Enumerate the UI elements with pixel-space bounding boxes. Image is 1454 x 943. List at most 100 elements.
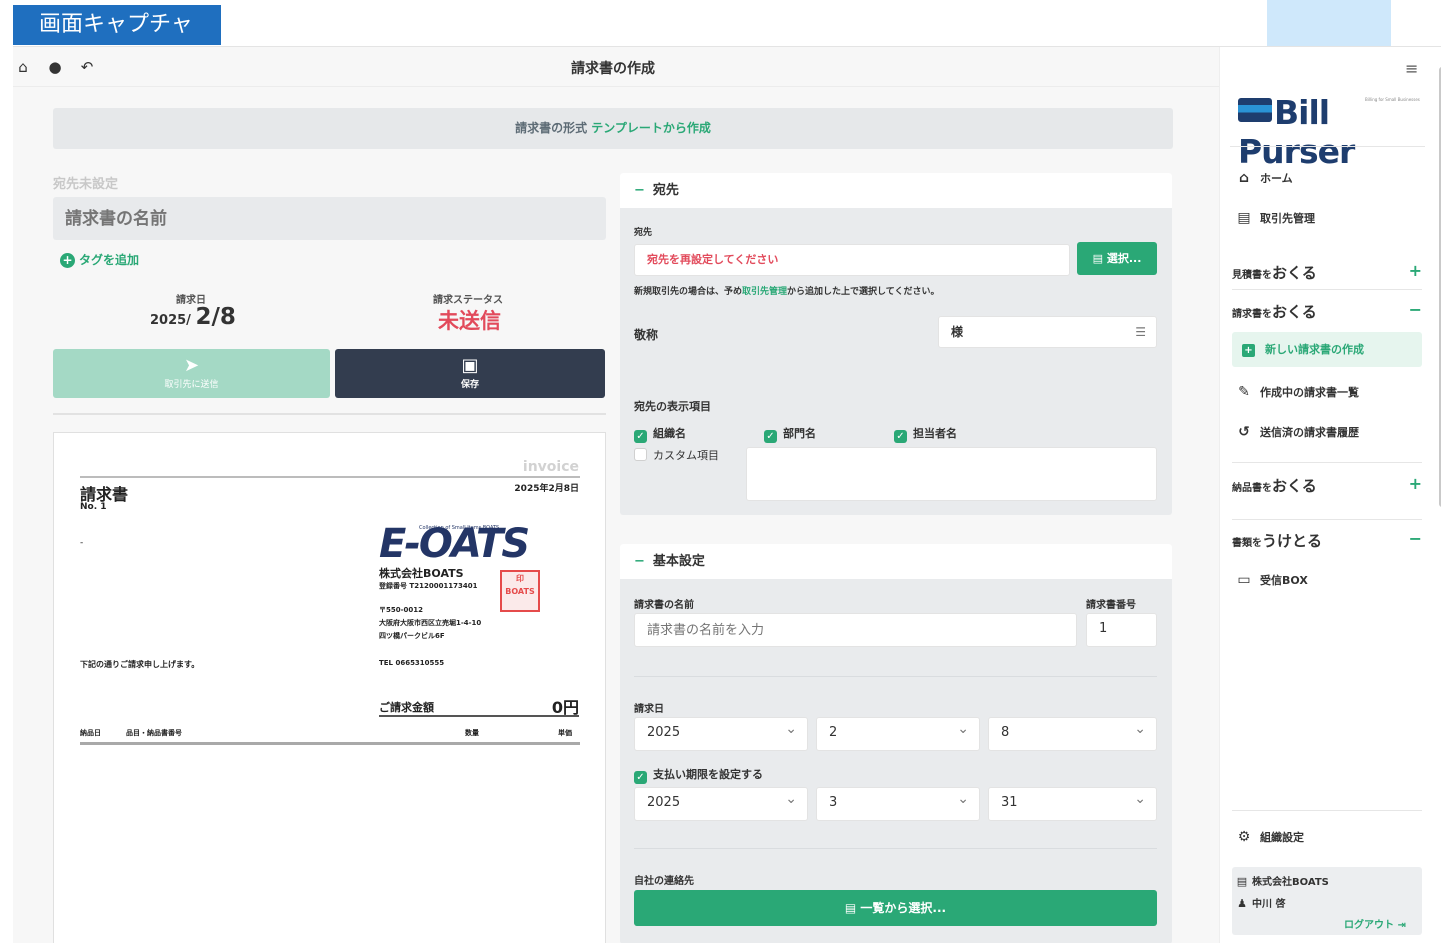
select-contact-button[interactable]: ▤ 一覧から選択... (634, 890, 1157, 926)
floppy-disk-icon: ▣ (461, 355, 479, 376)
select-recipient-button[interactable]: ▤ 選択... (1077, 242, 1157, 275)
sidebar-item-new-invoice[interactable]: + 新しい請求書の作成 (1232, 332, 1422, 367)
hamburger-menu-icon[interactable]: ≡ (1405, 59, 1418, 78)
section-prefix: 納品書を (1232, 483, 1272, 494)
recipient-card-title: 宛先 (652, 183, 679, 198)
section-receive[interactable]: 書類をうけとる − (1232, 529, 1422, 551)
add-tag-label: タグを追加 (79, 253, 140, 267)
screen-capture-label: 画面キャプチャ (13, 5, 221, 45)
divider (1232, 289, 1422, 290)
section-invoice[interactable]: 請求書をおくる − (1232, 300, 1422, 322)
honorific-value: 様 (951, 325, 964, 339)
basic-settings-card: −基本設定 請求書の名前 請求書番号 1 請求日 2025 2 8 ✓ 支払い期限… (620, 544, 1172, 943)
custom-item-textarea[interactable] (746, 447, 1157, 501)
basic-card-title: 基本設定 (652, 554, 705, 569)
amount-rule (379, 715, 579, 717)
inbox-icon: ▭ (1237, 572, 1251, 588)
list-icon: ☰ (1135, 325, 1146, 339)
sidebar-item-label: 新しい請求書の作成 (1265, 343, 1364, 356)
collapse-icon: − (1408, 300, 1422, 319)
check-org[interactable]: ✓ 組織名 (634, 425, 686, 443)
company-stamp: 印 BOATS (500, 570, 540, 612)
home-icon[interactable]: ⌂ (13, 57, 33, 77)
hint-post: から追加した上で選択してください。 (787, 287, 940, 297)
due-day-select[interactable]: 31 (988, 784, 1157, 821)
status-label: 請求ステータス (433, 295, 503, 306)
logout-label: ログアウト (1344, 920, 1394, 931)
org-label: 株式会社BOATS (1252, 877, 1329, 888)
send-to-client-button[interactable]: ➤ 取引先に送信 (53, 349, 330, 398)
divider (634, 848, 1157, 849)
main-area: ⌂ ● ↶ 請求書の作成 請求書の形式 テンプレートから作成 宛先未設定 + タグ… (13, 47, 1219, 943)
preview-amount-label: ご請求金額 (379, 701, 434, 714)
sidebar-item-sent-history[interactable]: ↺ 送信済の請求書履歴 (1236, 424, 1422, 440)
client-management-link[interactable]: 取引先管理 (742, 287, 787, 297)
col-date: 納品日 (80, 729, 101, 737)
top-bar: ⌂ ● ↶ 請求書の作成 (13, 47, 1219, 87)
section-delivery[interactable]: 納品書をおくる + (1232, 474, 1422, 496)
plus-icon: + (60, 253, 75, 268)
divider (1232, 462, 1422, 463)
sidebar-item-home[interactable]: ⌂ ホーム (1236, 170, 1422, 186)
scrollbar-thumb[interactable] (1439, 67, 1441, 507)
logout-link[interactable]: ログアウト ⇥ (1344, 916, 1424, 931)
id-card-icon: ▤ (844, 901, 857, 915)
expand-icon: + (1408, 474, 1422, 493)
check-person[interactable]: ✓ 担当者名 (894, 425, 957, 443)
section-prefix: 見積書を (1232, 270, 1272, 281)
honorific-field[interactable]: 様 ☰ (938, 316, 1157, 348)
date-year-select[interactable]: 2025 (634, 714, 808, 751)
section-estimate[interactable]: 見積書をおくる + (1232, 261, 1422, 283)
col-qty: 数量 (465, 729, 479, 737)
plus-square-icon: + (1242, 344, 1255, 357)
address-book-icon: ▤ (1237, 210, 1251, 226)
select-contact-label: 一覧から選択... (860, 901, 947, 915)
help-icon[interactable]: ● (45, 57, 65, 77)
paper-plane-icon: ➤ (183, 355, 200, 376)
recipient-field[interactable]: 宛先を再設定してください (634, 244, 1070, 276)
status-badge: 未送信 (438, 309, 501, 333)
due-date-label: 支払い期限を設定する (653, 768, 763, 781)
check-custom[interactable]: カスタム項目 (634, 447, 719, 463)
preview-building: 四ツ橋パークビル6F (379, 632, 445, 640)
divider (1232, 519, 1422, 520)
invoice-number-field[interactable]: 1 (1086, 613, 1157, 647)
date-month-day: 2/8 (195, 304, 236, 330)
building-icon: ▤ (1092, 252, 1103, 265)
check-dept-label: 部門名 (783, 427, 816, 440)
sidebar-item-label: 送信済の請求書履歴 (1260, 426, 1359, 439)
collapse-icon: − (634, 554, 645, 569)
sidebar-item-settings[interactable]: ⚙ 組織設定 (1236, 829, 1422, 845)
section-prefix: 書類を (1232, 538, 1262, 549)
send-label: 取引先に送信 (164, 380, 219, 390)
logo-wave-icon (1238, 98, 1272, 122)
invoice-date-label: 請求日 (634, 704, 664, 715)
section-prefix: 請求書を (1232, 309, 1272, 320)
display-items-label: 宛先の表示項目 (634, 400, 711, 413)
date-month-select[interactable]: 2 (816, 714, 980, 751)
invoice-name-input[interactable] (53, 197, 606, 240)
section-title: おくる (1272, 303, 1317, 321)
sidebar-item-clients[interactable]: ▤ 取引先管理 (1236, 210, 1422, 226)
due-year-select[interactable]: 2025 (634, 784, 808, 821)
check-dept[interactable]: ✓ 部門名 (764, 425, 816, 443)
recipient-card-header[interactable]: − 宛先 (620, 173, 1172, 208)
save-button[interactable]: ▣ 保存 (335, 349, 605, 398)
invoice-name-field[interactable] (634, 613, 1077, 647)
sidebar-item-drafts[interactable]: ✎ 作成中の請求書一覧 (1236, 384, 1422, 400)
back-icon[interactable]: ↶ (77, 57, 97, 77)
basic-card-header[interactable]: − 基本設定 (620, 544, 1172, 579)
table-rule (80, 742, 580, 745)
add-tag-button[interactable]: + タグを追加 (60, 251, 139, 268)
sidebar-item-label: ホーム (1260, 172, 1293, 185)
checkbox-checked-icon: ✓ (894, 430, 907, 443)
due-date-checkbox[interactable]: ✓ 支払い期限を設定する (634, 766, 763, 784)
checkbox-checked-icon: ✓ (764, 430, 777, 443)
due-month-select[interactable]: 3 (816, 784, 980, 821)
sidebar-item-inbox[interactable]: ▭ 受信BOX (1236, 572, 1422, 588)
app-window: ⌂ ● ↶ 請求書の作成 請求書の形式 テンプレートから作成 宛先未設定 + タグ… (13, 46, 1441, 943)
date-day-select[interactable]: 8 (988, 714, 1157, 751)
app-logo: Bill Purser (1238, 93, 1441, 171)
template-link[interactable]: テンプレートから作成 (591, 121, 711, 135)
highlight-block (1267, 0, 1391, 46)
